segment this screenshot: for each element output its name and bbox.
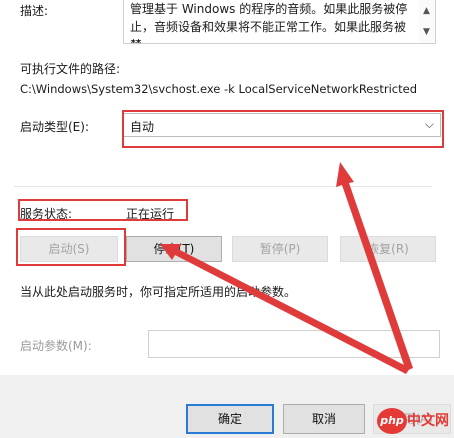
php-logo-icon: php: [377, 408, 407, 434]
watermark-text: 中文网: [407, 413, 449, 429]
annotation-arrows: [160, 162, 413, 374]
